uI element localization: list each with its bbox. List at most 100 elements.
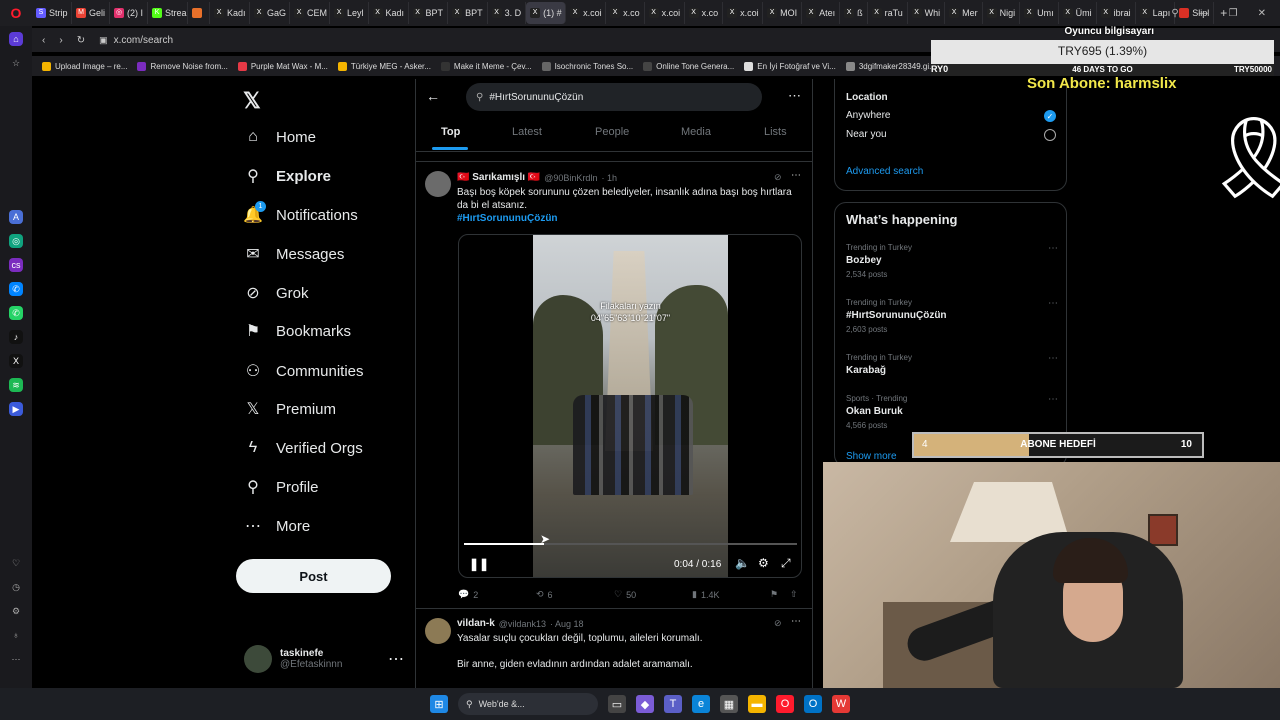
url-field[interactable]: x.com/search	[114, 35, 173, 46]
location-near-you[interactable]: Near you	[846, 129, 1056, 141]
browser-tab[interactable]: X GaG	[250, 2, 291, 24]
tab-latest[interactable]: Latest	[512, 126, 542, 138]
tweet-handle[interactable]: @90BinKrdln	[544, 173, 597, 183]
nav-item-more[interactable]: ⋯ More	[243, 516, 310, 536]
store-icon[interactable]: ▦	[720, 695, 738, 713]
bookmark-item[interactable]: En İyi Fotoğraf ve Vi...	[744, 61, 836, 71]
more-icon[interactable]: ⋯	[9, 652, 23, 666]
video-settings-icon[interactable]: ⚙	[758, 556, 769, 570]
browser-tab[interactable]: X 3. D	[488, 2, 527, 24]
app2-icon[interactable]: cs	[9, 258, 23, 272]
tweet2-author[interactable]: vildan-k	[457, 618, 495, 629]
nav-item-grok[interactable]: ⊘ Grok	[243, 283, 308, 303]
app-icon[interactable]: A	[9, 210, 23, 224]
location-anywhere[interactable]: Anywhere ✓	[846, 110, 1056, 122]
tweet-more-icon[interactable]: ⋯	[791, 170, 801, 181]
browser-tab[interactable]	[188, 2, 211, 24]
history-icon[interactable]: ◷	[9, 580, 23, 594]
forward-icon[interactable]: ›	[59, 35, 62, 46]
pause-icon[interactable]: ❚❚	[469, 557, 489, 571]
chatgpt-icon[interactable]: ◎	[9, 234, 23, 248]
trend-more-icon[interactable]: ⋯	[1048, 394, 1058, 405]
like-button[interactable]: ♡ 50	[614, 589, 636, 600]
tweet2-more-icon[interactable]: ⋯	[791, 616, 801, 627]
nav-item-premium[interactable]: 𝕏 Premium	[243, 399, 336, 419]
nav-item-home[interactable]: ⌂ Home	[243, 127, 316, 147]
back-arrow-icon[interactable]: ←	[426, 88, 440, 104]
maximize-button[interactable]: ❐	[1229, 8, 1238, 19]
fullscreen-icon[interactable]: ⤢	[781, 556, 791, 571]
show-more-link[interactable]: Show more	[846, 451, 897, 462]
repost-button[interactable]: ⟲ 6	[536, 589, 553, 600]
tweet-author[interactable]: 🇹🇷 Sarıkamışlı 🇹🇷	[457, 172, 540, 183]
account-more-icon[interactable]: ⋯	[388, 649, 404, 669]
tweet2-avatar[interactable]	[425, 618, 451, 644]
teams-icon[interactable]: T	[664, 695, 682, 713]
tweet2-handle[interactable]: @vildank13	[499, 619, 546, 629]
post-button[interactable]: Post	[236, 559, 391, 593]
lightbulb-icon[interactable]: ♁	[9, 628, 23, 642]
browser-tab[interactable]: Xibrai	[1097, 2, 1136, 24]
tab-lists[interactable]: Lists	[764, 126, 787, 138]
player-icon[interactable]: ▶	[9, 402, 23, 416]
browser-tab[interactable]: X Ümi	[1059, 2, 1097, 24]
advanced-search-link[interactable]: Advanced search	[846, 166, 923, 177]
browser-tab[interactable]: X Ateı	[802, 2, 841, 24]
video-player[interactable]: Filakaları yazın 04"65"63"10"21"07" ❚❚ 0…	[458, 234, 802, 578]
taskbar-search[interactable]: ⚲ Web'de &...	[458, 693, 598, 715]
reply-button[interactable]: 💬 2	[458, 589, 478, 600]
search-input[interactable]: ⚲ #HırtSorununuÇözün	[466, 83, 762, 111]
back-icon[interactable]: ‹	[42, 35, 45, 46]
nav-item-verified-orgs[interactable]: ϟ Verified Orgs	[243, 438, 363, 458]
browser-tab[interactable]: X CEM	[290, 2, 331, 24]
bookmark-item[interactable]: Remove Noise from...	[137, 61, 228, 71]
browser-tab[interactable]: Xx.coi	[723, 2, 764, 24]
nav-item-communities[interactable]: ⚇ Communities	[243, 361, 364, 381]
grok2-icon[interactable]: ⊘	[774, 618, 782, 629]
tiktok-icon[interactable]: ♪	[9, 330, 23, 344]
bookmark-item[interactable]: Isochronic Tones So...	[541, 61, 633, 71]
search-tabs-icon[interactable]: ⚲	[1171, 8, 1178, 19]
nav-item-explore[interactable]: ⚲ Explore	[243, 166, 331, 186]
trend-item[interactable]: Trending in Turkey Bozbey 2,534 posts ⋯	[846, 243, 1058, 279]
x-sidebar-icon[interactable]: X	[9, 354, 23, 368]
browser-tab[interactable]: X Umı	[1020, 2, 1059, 24]
messenger-icon[interactable]: ✆	[9, 282, 23, 296]
browser-tab[interactable]: X MOI	[763, 2, 803, 24]
browser-tab[interactable]: X Mer	[945, 2, 983, 24]
tweet-time[interactable]: · 1h	[601, 173, 617, 183]
nav-item-bookmarks[interactable]: ⚑ Bookmarks	[243, 321, 351, 341]
browser-tab[interactable]: Xx.coi	[566, 2, 607, 24]
browser-tab[interactable]: X Whi	[908, 2, 946, 24]
browser-tab[interactable]: ◎ (2) I	[110, 2, 149, 24]
video-progress-track[interactable]	[464, 543, 797, 545]
bookmark-item[interactable]: Türkiye MEG - Asker...	[337, 61, 431, 71]
volume-icon[interactable]: 🔈	[735, 556, 750, 570]
views-button[interactable]: ▮ 1.4K	[692, 589, 719, 600]
tab-people[interactable]: People	[595, 126, 629, 138]
browser-tab[interactable]: X Kadı	[210, 2, 251, 24]
browser-tab[interactable]: Xx.co	[606, 2, 645, 24]
bookmark-button[interactable]: ⚑	[770, 589, 778, 600]
trend-item[interactable]: Trending in Turkey #HırtSorununuÇözün 2,60…	[846, 298, 1058, 334]
opera-taskbar-icon[interactable]: O	[776, 695, 794, 713]
task-view-icon[interactable]: ▭	[608, 695, 626, 713]
grok-icon[interactable]: ⊘	[774, 172, 782, 183]
tab-top[interactable]: Top	[441, 126, 460, 138]
browser-tab[interactable]: X Leyl	[330, 2, 369, 24]
trend-more-icon[interactable]: ⋯	[1048, 298, 1058, 309]
browser-tab[interactable]: X BPT	[409, 2, 449, 24]
x-logo-icon[interactable]: 𝕏	[243, 88, 261, 114]
copilot-icon[interactable]: ◆	[636, 695, 654, 713]
tab-media[interactable]: Media	[681, 126, 711, 138]
browser-tab[interactable]: Xx.co	[685, 2, 724, 24]
tweet2-time[interactable]: · Aug 18	[550, 619, 584, 629]
bookmark-item[interactable]: Make it Meme - Çev...	[440, 61, 532, 71]
workspace-icon[interactable]: ⌂	[9, 32, 23, 46]
browser-tab[interactable]: X Kadı	[369, 2, 409, 24]
windows-start-icon[interactable]: ⊞	[430, 695, 448, 713]
browser-tab[interactable]: X Lapı	[1136, 2, 1176, 24]
browser-tab[interactable]: M Geli	[72, 2, 111, 24]
outlook-icon[interactable]: O	[804, 695, 822, 713]
opera-logo-icon[interactable]: O	[0, 0, 32, 26]
